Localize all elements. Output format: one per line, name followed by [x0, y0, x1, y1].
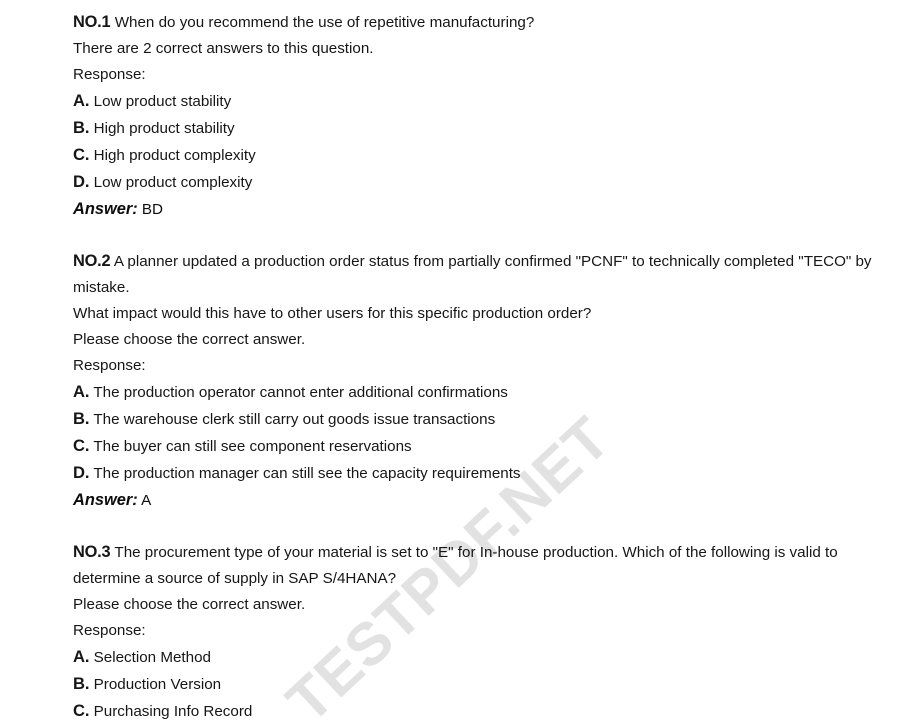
question-stem: NO.3 The procurement type of your materi… [73, 539, 873, 592]
option-letter: A. [73, 91, 90, 110]
response-label: Response: [73, 66, 146, 83]
question-text: The procurement type of your material is… [73, 544, 838, 587]
question-number: NO.2 [73, 252, 111, 270]
question-block: NO.2 A planner updated a production orde… [73, 248, 873, 514]
option-letter: A. [73, 382, 90, 401]
answer-row: Answer: BD [73, 196, 873, 223]
question-instruction: Please choose the correct answer. [73, 331, 306, 348]
answer-option[interactable]: C. Purchasing Info Record [73, 698, 873, 725]
option-text: Low product complexity [93, 174, 253, 191]
question-number: NO.1 [73, 13, 111, 31]
option-text: The production operator cannot enter add… [93, 384, 508, 401]
question-block: NO.1 When do you recommend the use of re… [73, 9, 873, 223]
option-text: Production Version [93, 676, 222, 693]
question-number: NO.3 [73, 543, 111, 561]
question-block: NO.3 The procurement type of your materi… [73, 539, 873, 728]
answer-label: Answer: [73, 491, 138, 509]
option-text: The warehouse clerk still carry out good… [93, 411, 496, 428]
answer-value: BD [141, 201, 164, 218]
option-text: The production manager can still see the… [93, 465, 521, 482]
answer-option[interactable]: D. The production manager can still see … [73, 460, 873, 487]
option-text: High product complexity [93, 147, 256, 164]
answer-label: Answer: [73, 200, 138, 218]
option-letter: D. [73, 172, 90, 191]
exam-page: TESTPDF.NET NO.1 When do you recommend t… [0, 0, 906, 728]
question-text: A planner updated a production order sta… [73, 253, 872, 296]
answer-row: Answer: A [73, 487, 873, 514]
option-text: Selection Method [93, 649, 211, 666]
question-instruction: What impact would this have to other use… [73, 305, 592, 322]
answer-option[interactable]: B. The warehouse clerk still carry out g… [73, 406, 873, 433]
option-letter: B. [73, 118, 90, 137]
option-letter: B. [73, 409, 90, 428]
option-text: The buyer can still see component reserv… [93, 438, 412, 455]
answer-option[interactable]: A. Selection Method [73, 644, 873, 671]
question-instruction: There are 2 correct answers to this ques… [73, 40, 374, 57]
option-letter: B. [73, 674, 90, 693]
option-letter: D. [73, 463, 90, 482]
answer-value: A [141, 492, 152, 509]
question-text: When do you recommend the use of repetit… [114, 14, 535, 31]
option-letter: C. [73, 145, 90, 164]
response-label: Response: [73, 622, 146, 639]
question-instruction: Please choose the correct answer. [73, 596, 306, 613]
answer-option[interactable]: D. Low product complexity [73, 169, 873, 196]
question-stem: NO.2 A planner updated a production orde… [73, 248, 873, 301]
answer-option[interactable]: C. High product complexity [73, 142, 873, 169]
answer-option[interactable]: B. High product stability [73, 115, 873, 142]
answer-option[interactable]: A. Low product stability [73, 88, 873, 115]
option-text: Low product stability [93, 93, 232, 110]
option-letter: C. [73, 701, 90, 720]
question-stem: NO.1 When do you recommend the use of re… [73, 9, 873, 36]
option-text: Purchasing Info Record [93, 703, 253, 720]
questions-container: NO.1 When do you recommend the use of re… [73, 9, 873, 728]
answer-option[interactable]: B. Production Version [73, 671, 873, 698]
response-label: Response: [73, 357, 146, 374]
option-letter: C. [73, 436, 90, 455]
option-letter: A. [73, 647, 90, 666]
answer-option[interactable]: A. The production operator cannot enter … [73, 379, 873, 406]
option-text: High product stability [93, 120, 235, 137]
answer-option[interactable]: C. The buyer can still see component res… [73, 433, 873, 460]
